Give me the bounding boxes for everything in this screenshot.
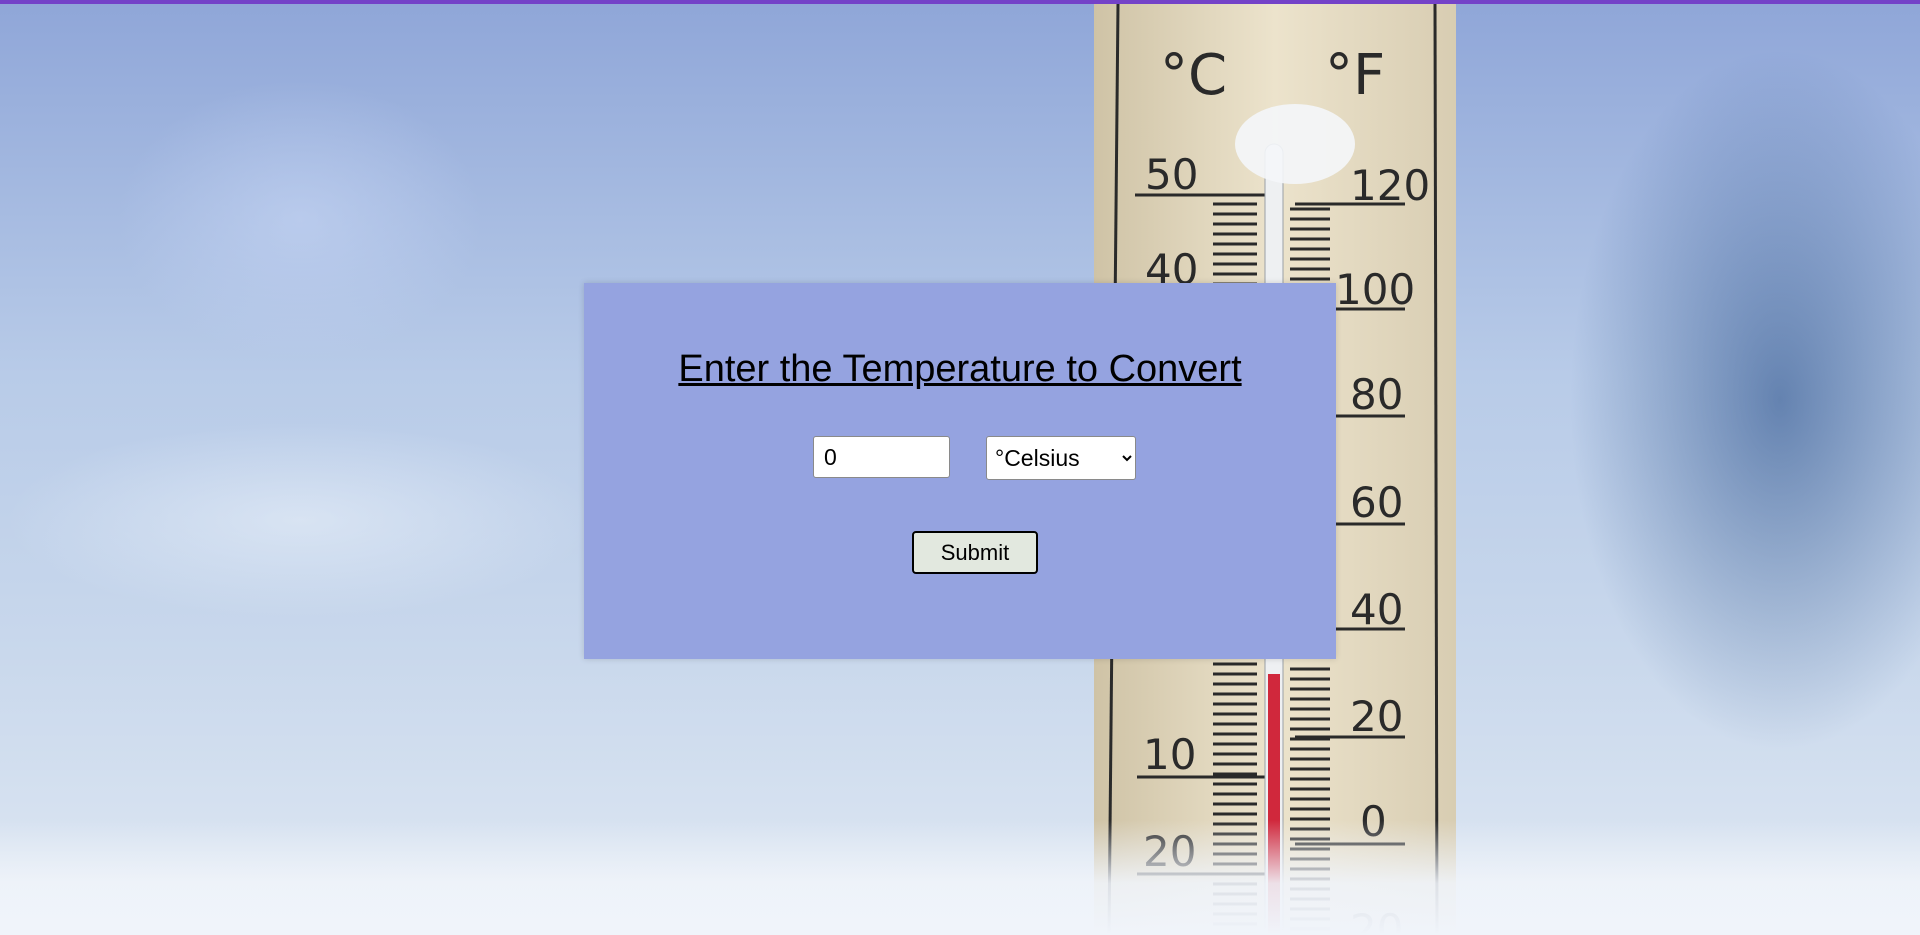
fahrenheit-tick-20: 20 bbox=[1350, 692, 1403, 741]
temperature-input[interactable] bbox=[813, 436, 950, 478]
celsius-tick-10: 10 bbox=[1143, 730, 1196, 779]
fahrenheit-tick-40: 40 bbox=[1350, 585, 1403, 634]
fahrenheit-label: °F bbox=[1325, 43, 1385, 108]
fahrenheit-tick-120: 120 bbox=[1350, 161, 1430, 210]
fahrenheit-tick-60: 60 bbox=[1350, 478, 1403, 527]
celsius-label: °C bbox=[1160, 43, 1227, 108]
converter-panel: Enter the Temperature to Convert °Celsiu… bbox=[584, 283, 1336, 659]
fahrenheit-tick-100: 100 bbox=[1335, 265, 1415, 314]
unit-select[interactable]: °Celsius bbox=[986, 436, 1136, 480]
fahrenheit-tick-80: 80 bbox=[1350, 370, 1403, 419]
top-accent-bar bbox=[0, 0, 1920, 4]
submit-button[interactable]: Submit bbox=[912, 531, 1038, 574]
celsius-tick-50: 50 bbox=[1145, 150, 1198, 199]
snow-ground bbox=[0, 820, 1920, 935]
page-title: Enter the Temperature to Convert bbox=[678, 348, 1242, 390]
